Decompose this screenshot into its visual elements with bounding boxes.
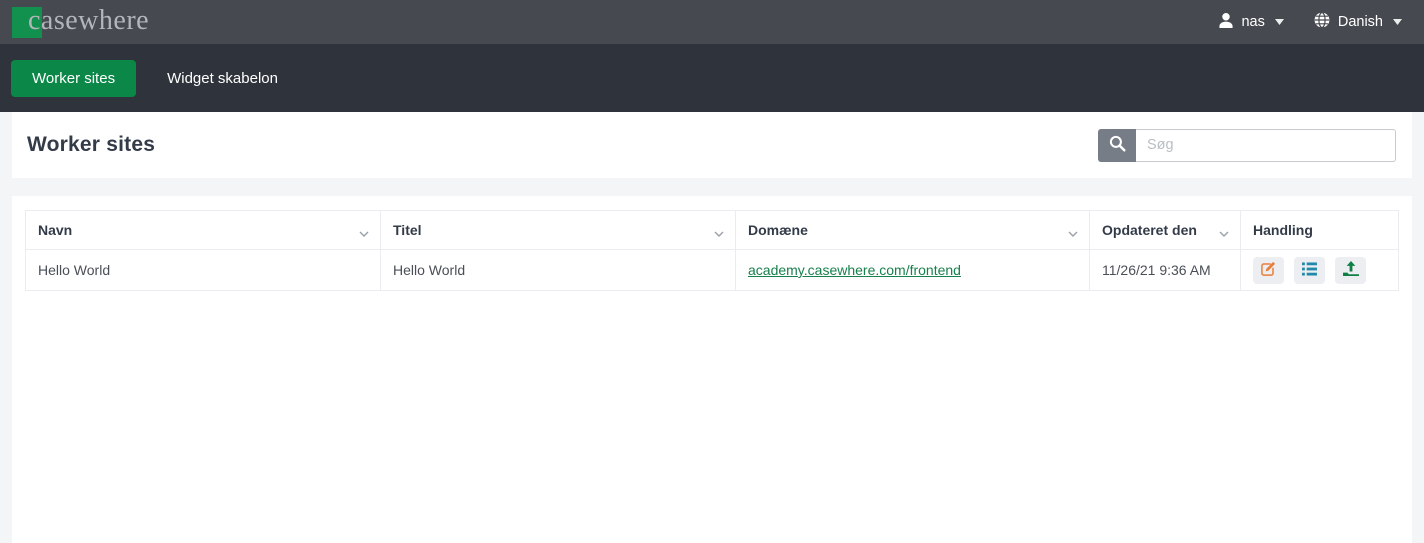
column-header-opdateret-den[interactable]: Opdateret den — [1089, 210, 1241, 250]
page-title: Worker sites — [27, 133, 156, 156]
sort-chevron-icon[interactable] — [1219, 224, 1229, 240]
logo-text: casewhere — [28, 5, 150, 36]
user-menu[interactable]: nas — [1219, 12, 1284, 32]
user-menu-label: nas — [1241, 14, 1265, 30]
tab-worker-sites[interactable]: Worker sites — [11, 59, 137, 97]
sort-chevron-icon[interactable] — [1068, 224, 1078, 240]
list-button[interactable] — [1294, 256, 1325, 284]
cell-opdateret-den: 11/26/21 9:36 AM — [1089, 249, 1241, 291]
column-header-navn[interactable]: Navn — [25, 210, 381, 250]
content-panel: Navn Titel Domæne Opdateret den Handling… — [12, 196, 1412, 543]
edit-icon — [1261, 261, 1276, 279]
top-bar-right: nas Danish — [1219, 11, 1402, 32]
tab-widget-skabelon[interactable]: Widget skabelon — [146, 60, 299, 97]
page-header: Worker sites — [12, 112, 1412, 178]
top-bar: casewhere nas Danish — [0, 0, 1424, 44]
cell-titel: Hello World — [380, 249, 736, 291]
column-header-titel[interactable]: Titel — [380, 210, 736, 250]
language-menu[interactable]: Danish — [1314, 11, 1402, 32]
edit-button[interactable] — [1253, 256, 1284, 284]
casewhere-logo[interactable]: casewhere — [12, 2, 172, 42]
chevron-down-icon — [1393, 19, 1402, 25]
tab-bar: Worker sites Widget skabelon — [0, 44, 1424, 112]
cell-domaene: academy.casewhere.com/frontend — [735, 249, 1090, 291]
cell-handling — [1240, 249, 1399, 291]
sort-chevron-icon[interactable] — [359, 224, 369, 240]
table-header-row: Navn Titel Domæne Opdateret den Handling — [25, 210, 1399, 250]
table-row: Hello World Hello World academy.casewher… — [25, 249, 1399, 291]
upload-button[interactable] — [1335, 256, 1366, 284]
search-icon — [1109, 135, 1126, 155]
language-menu-label: Danish — [1337, 14, 1383, 30]
list-icon — [1302, 261, 1317, 279]
column-header-handling: Handling — [1240, 210, 1399, 250]
band-gap — [0, 178, 1424, 196]
globe-icon — [1314, 11, 1330, 32]
search-box — [1098, 128, 1396, 162]
upload-icon — [1342, 261, 1359, 279]
search-button[interactable] — [1098, 128, 1136, 162]
cell-navn: Hello World — [25, 249, 381, 291]
column-header-domaene[interactable]: Domæne — [735, 210, 1090, 250]
domain-link[interactable]: academy.casewhere.com/frontend — [748, 262, 961, 278]
search-input[interactable] — [1136, 128, 1396, 162]
user-icon — [1219, 12, 1234, 32]
worker-sites-table: Navn Titel Domæne Opdateret den Handling… — [25, 210, 1399, 291]
chevron-down-icon — [1274, 19, 1284, 25]
row-actions — [1253, 256, 1386, 284]
sort-chevron-icon[interactable] — [714, 224, 724, 240]
